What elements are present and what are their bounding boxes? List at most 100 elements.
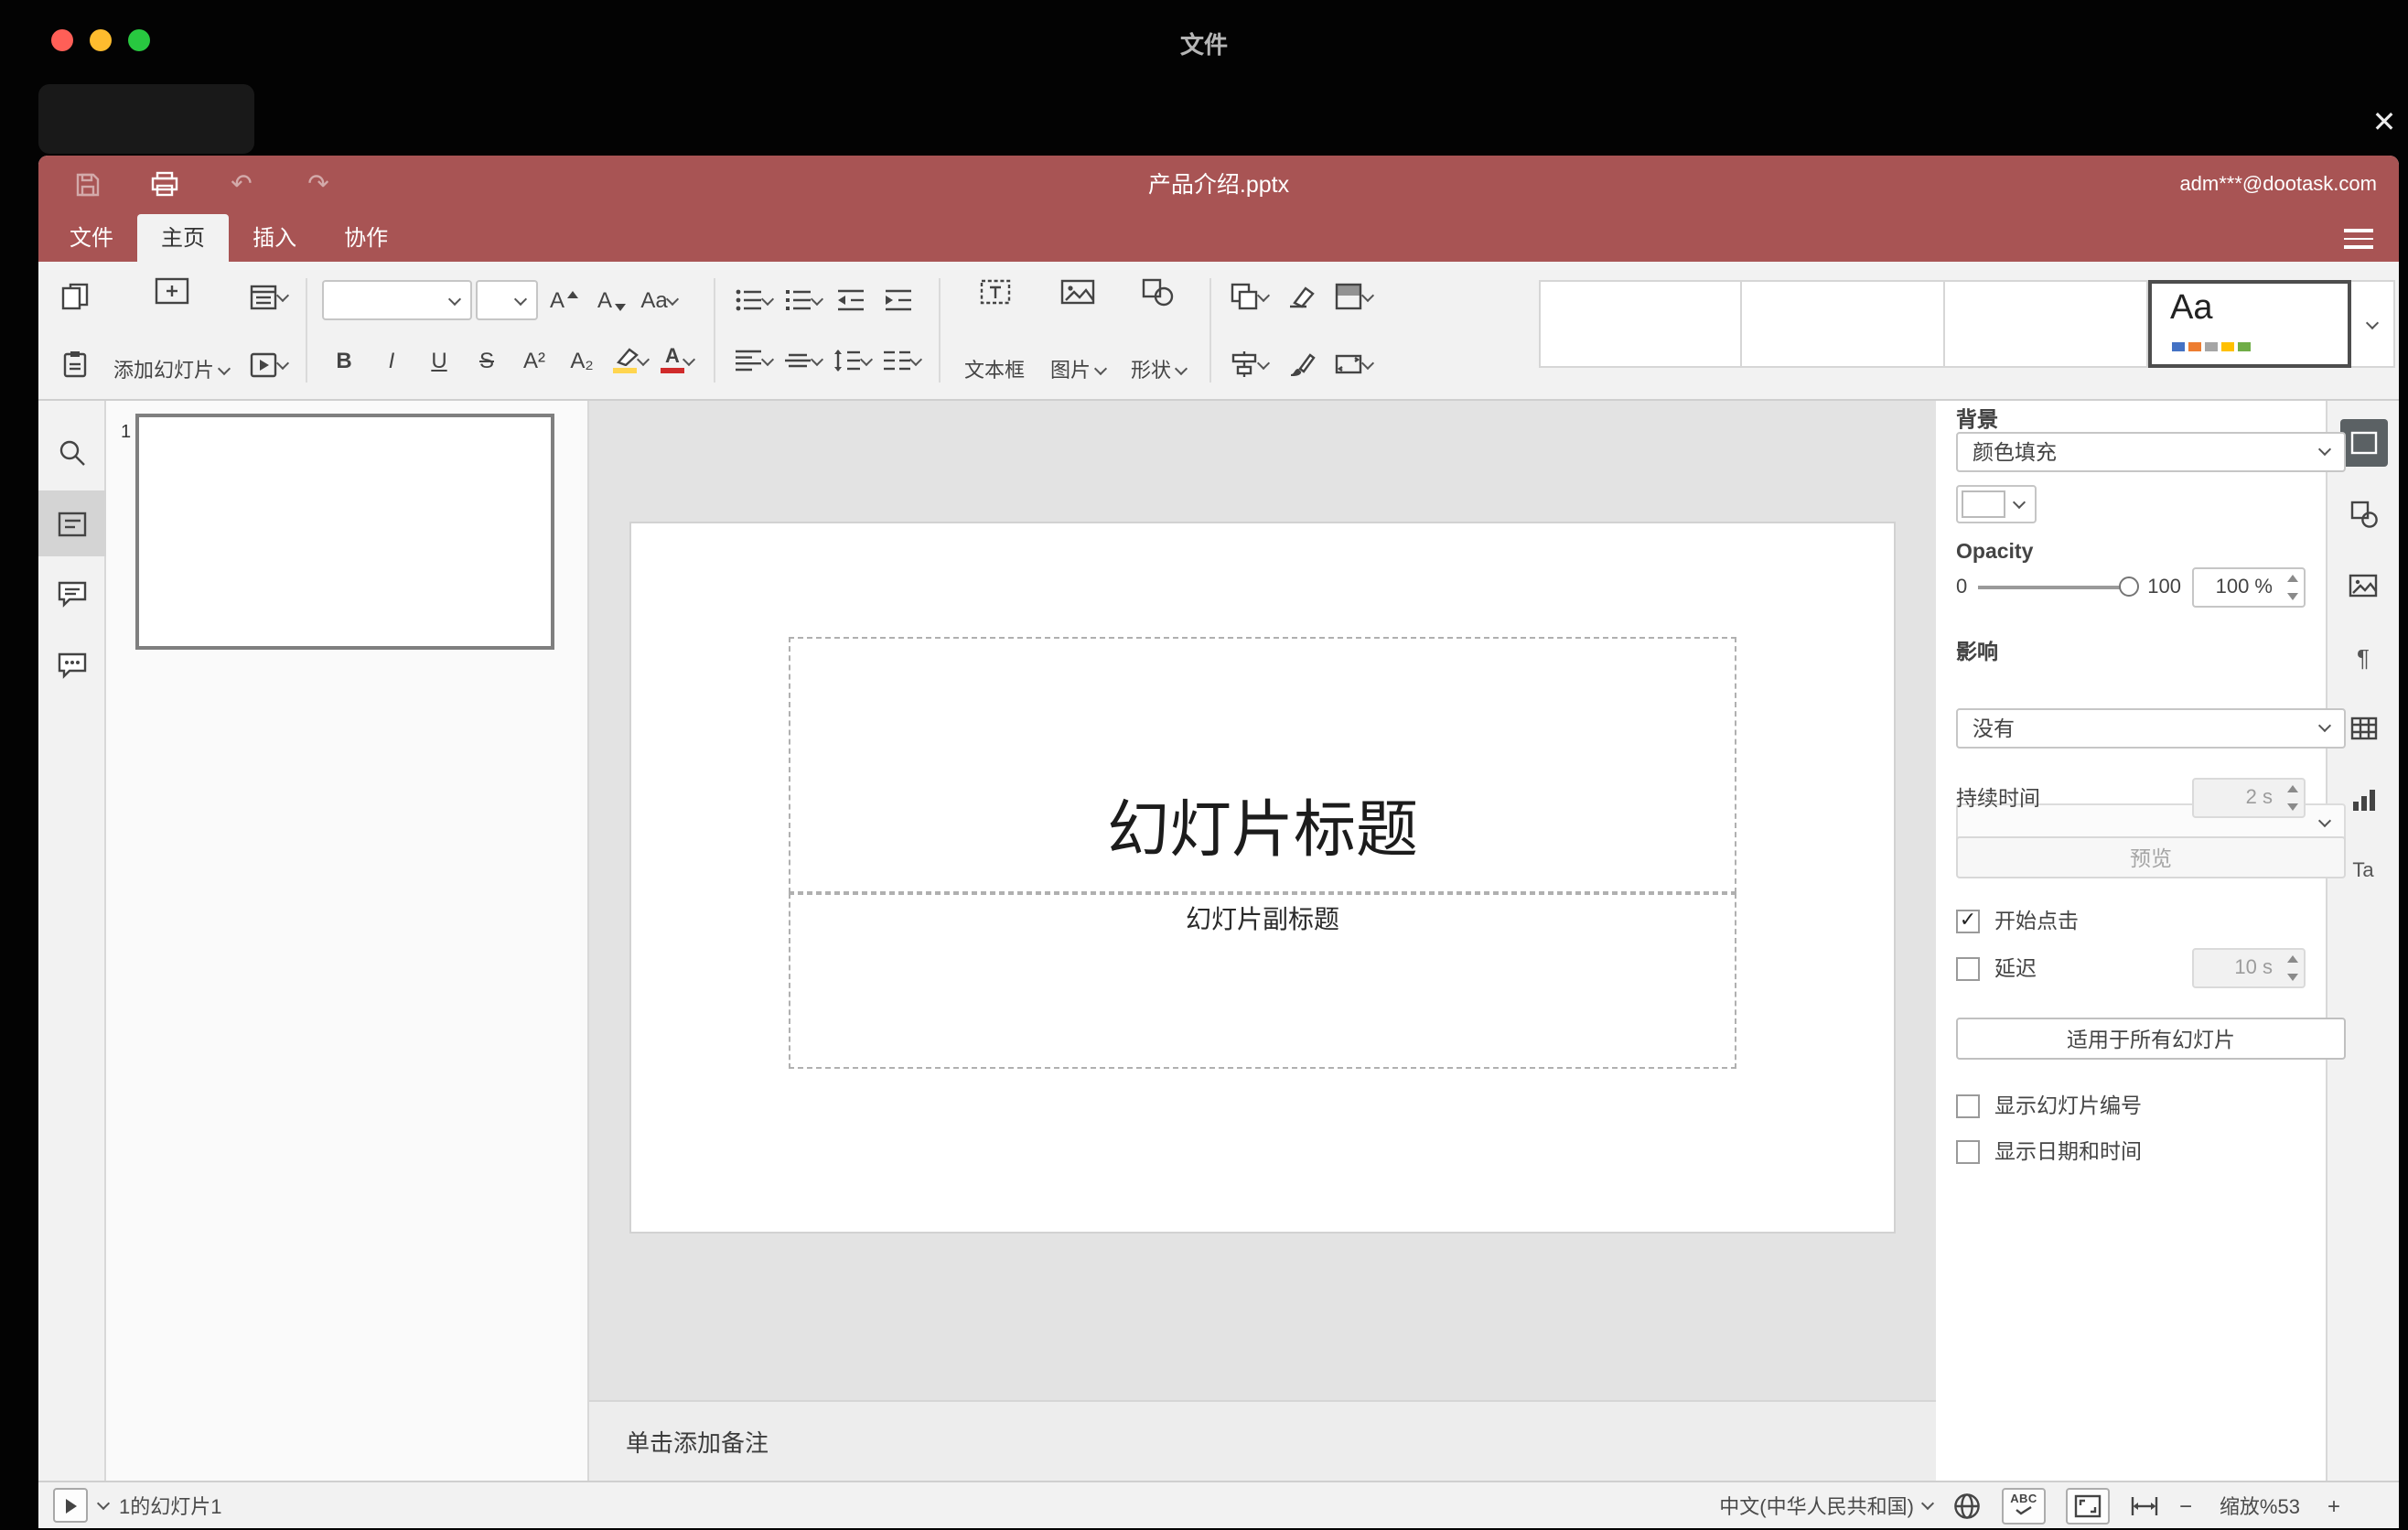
fit-to-slide-button[interactable] — [2065, 1487, 2110, 1524]
insert-image-button[interactable]: 图片 — [1041, 275, 1114, 386]
highlight-color-button[interactable] — [607, 339, 651, 382]
insert-text-box-button[interactable]: 文本框 — [955, 275, 1034, 386]
decrement-font-size-button[interactable]: A — [589, 278, 633, 322]
slide-size-button[interactable] — [1330, 342, 1376, 386]
zoom-in-button[interactable]: + — [2327, 1492, 2340, 1518]
superscript-button[interactable]: A² — [512, 339, 556, 382]
delay-checkbox[interactable] — [1956, 956, 1980, 980]
increase-indent-button[interactable] — [876, 278, 920, 322]
tab-insert[interactable]: 插入 — [229, 214, 320, 262]
sidebar-item-slide-settings[interactable] — [2339, 419, 2387, 467]
delay-input[interactable]: 10 s — [2192, 948, 2306, 988]
sidebar-item-slides[interactable] — [38, 490, 105, 556]
font-color-button[interactable]: A — [655, 339, 699, 382]
numbering-button[interactable] — [779, 278, 825, 322]
copy-style-button[interactable] — [1279, 342, 1323, 386]
start-slideshow-button[interactable] — [245, 342, 291, 386]
effect-select[interactable]: 没有 — [1956, 708, 2346, 749]
sidebar-item-image-settings[interactable] — [2339, 562, 2387, 609]
decrease-indent-button[interactable] — [829, 278, 873, 322]
chevron-down-icon[interactable] — [96, 1496, 111, 1511]
theme-option[interactable] — [1742, 280, 1945, 368]
slider-knob[interactable] — [2118, 576, 2139, 597]
background-color-picker[interactable] — [1956, 485, 2037, 523]
set-language-button[interactable] — [1952, 1491, 1982, 1520]
font-size-select[interactable] — [476, 280, 538, 320]
copy-icon — [61, 283, 89, 310]
slide-thumbnail[interactable] — [135, 414, 554, 650]
background-fill-select[interactable]: 颜色填充 — [1956, 432, 2346, 472]
opacity-slider[interactable] — [1978, 567, 2139, 608]
clear-style-button[interactable] — [1279, 275, 1323, 318]
close-icon[interactable]: ✕ — [2364, 104, 2404, 145]
slide-canvas[interactable]: 幻灯片标题 幻灯片副标题 — [589, 401, 1936, 1400]
search-icon — [59, 439, 84, 465]
sidebar-item-chat[interactable] — [38, 633, 105, 699]
align-shapes-icon — [1231, 351, 1257, 377]
sidebar-item-paragraph-settings[interactable]: ¶ — [2339, 633, 2387, 681]
status-bar: 1的幻灯片1 中文(中华人民共和国) ABC − 缩放%53 + — [38, 1481, 2399, 1528]
line-spacing-button[interactable] — [829, 339, 875, 382]
chevron-down-icon — [2317, 718, 2332, 733]
spinner-arrows-icon[interactable] — [2287, 785, 2298, 811]
arrange-shape-button[interactable] — [1226, 275, 1272, 318]
language-selector[interactable]: 中文(中华人民共和国) — [1719, 1491, 1935, 1520]
show-slide-number-label: 显示幻灯片编号 — [1994, 1096, 2142, 1118]
bullets-button[interactable] — [730, 278, 776, 322]
bold-button[interactable]: B — [322, 339, 366, 382]
insert-shape-button[interactable]: 形状 — [1122, 275, 1195, 386]
sidebar-item-search[interactable] — [38, 419, 105, 485]
sidebar-item-chart-settings[interactable] — [2339, 776, 2387, 824]
paste-button[interactable] — [53, 342, 97, 386]
clipboard-group — [53, 275, 97, 386]
apply-to-all-button[interactable]: 适用于所有幻灯片 — [1956, 1018, 2346, 1060]
theme-gallery-expand-button[interactable] — [2351, 280, 2395, 368]
spinner-arrows-icon[interactable] — [2287, 575, 2298, 600]
spinner-arrows-icon[interactable] — [2287, 955, 2298, 981]
add-slide-button[interactable]: 添加幻灯片 — [104, 275, 238, 386]
subtitle-placeholder[interactable]: 幻灯片副标题 — [789, 893, 1736, 1069]
zoom-out-button[interactable]: − — [2179, 1492, 2192, 1518]
italic-button[interactable]: I — [370, 339, 414, 382]
opacity-input[interactable]: 100 % — [2192, 567, 2306, 608]
strikethrough-button[interactable]: S — [465, 339, 509, 382]
duration-input[interactable]: 2 s — [2192, 778, 2306, 818]
sidebar-item-textart-settings[interactable]: Ta — [2339, 847, 2387, 895]
horizontal-align-button[interactable] — [730, 339, 776, 382]
slide[interactable]: 幻灯片标题 幻灯片副标题 — [631, 523, 1894, 1232]
editor-content: 1 幻灯片标题 幻灯片副标题 单击添加备注 背景 颜色填充 Opacity 0 … — [38, 401, 2399, 1481]
start-slideshow-statusbar-button[interactable] — [53, 1488, 88, 1523]
font-name-select[interactable] — [322, 280, 472, 320]
subscript-button[interactable]: A₂ — [560, 339, 604, 382]
underline-button[interactable]: U — [417, 339, 461, 382]
increment-font-size-button[interactable]: A — [542, 278, 586, 322]
preview-button[interactable]: 预览 — [1956, 836, 2346, 878]
vertical-align-button[interactable] — [779, 339, 825, 382]
copy-button[interactable] — [53, 275, 97, 318]
tab-home[interactable]: 主页 — [137, 214, 230, 262]
start-on-click-checkbox[interactable]: ✓ — [1956, 909, 1980, 932]
align-shape-button[interactable] — [1226, 342, 1272, 386]
columns-button[interactable] — [878, 339, 924, 382]
theme-option[interactable] — [1539, 280, 1742, 368]
color-scheme-button[interactable] — [1330, 275, 1376, 318]
sidebar-item-comments[interactable] — [38, 562, 105, 628]
theme-option-selected[interactable]: Aa — [2148, 280, 2351, 368]
show-date-time-checkbox[interactable] — [1956, 1139, 1980, 1163]
show-slide-number-checkbox[interactable] — [1956, 1094, 1980, 1117]
shape-icon — [1142, 278, 1174, 307]
title-placeholder[interactable]: 幻灯片标题 — [789, 637, 1736, 893]
theme-option[interactable] — [1945, 280, 2148, 368]
sidebar-item-table-settings[interactable] — [2339, 705, 2387, 752]
increase-indent-icon — [886, 289, 911, 311]
menu-icon[interactable] — [2344, 229, 2373, 249]
tab-file[interactable]: 文件 — [46, 214, 137, 262]
toolbar-separator — [1209, 278, 1211, 382]
change-case-button[interactable]: Aa — [637, 278, 681, 322]
notes-area[interactable]: 单击添加备注 — [589, 1400, 1936, 1481]
tab-collaborate[interactable]: 协作 — [320, 214, 412, 262]
sidebar-item-shape-settings[interactable] — [2339, 490, 2387, 538]
spell-check-button[interactable]: ABC — [2001, 1487, 2046, 1524]
change-layout-button[interactable] — [245, 275, 291, 318]
fit-to-width-button[interactable] — [2130, 1492, 2159, 1518]
